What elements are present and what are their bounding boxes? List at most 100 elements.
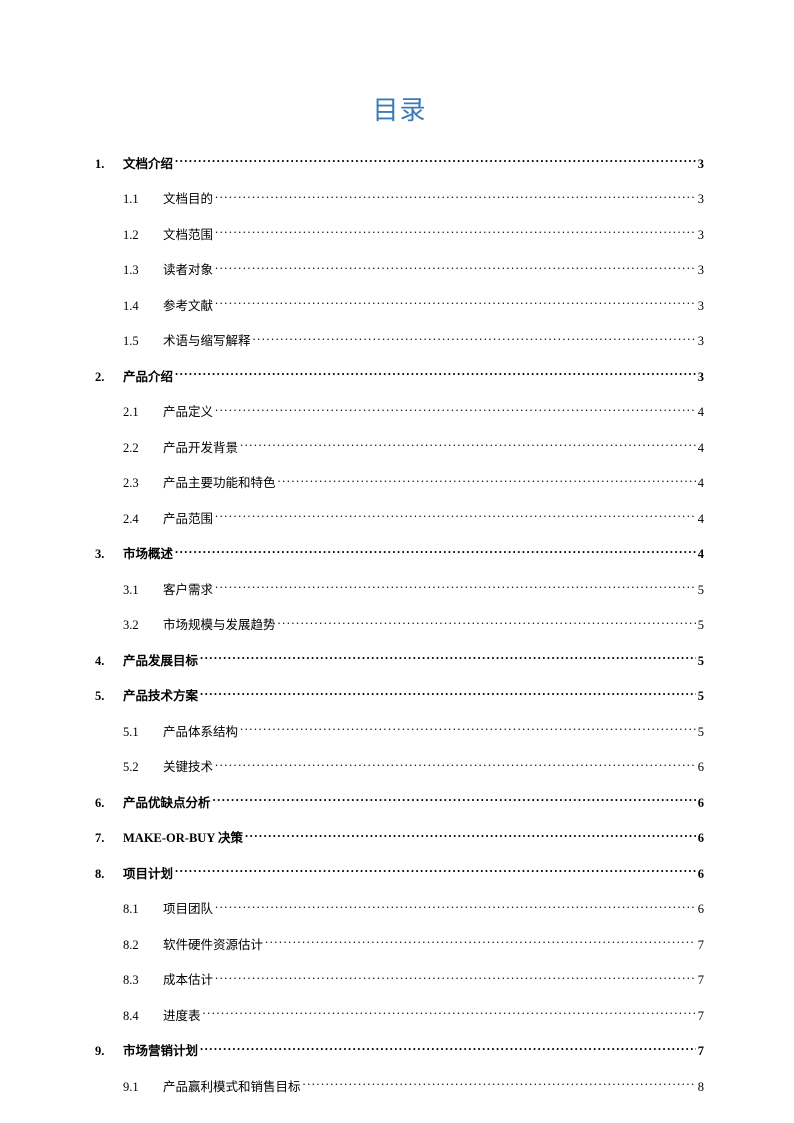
toc-entry-page: 3 [698, 262, 704, 280]
toc-entry-page: 3 [698, 156, 704, 174]
toc-entry: 9.市场营销计划7 [95, 1043, 704, 1061]
toc-entry: 3.2市场规模与发展趋势 5 [95, 617, 704, 635]
toc-entry-leader [240, 723, 696, 736]
toc-entry-label: 产品优缺点分析 [123, 795, 211, 813]
toc-entry-number: 5. [95, 688, 123, 706]
toc-entry-label: MAKE-OR-BUY 决策 [123, 830, 243, 848]
toc-entry-page: 6 [698, 795, 704, 813]
toc-entry-label: 读者对象 [163, 262, 213, 280]
toc-entry-number: 1.4 [123, 298, 163, 316]
toc-entry-label: 产品体系结构 [163, 724, 238, 742]
toc-entry-number: 3. [95, 546, 123, 564]
toc-entry-page: 3 [698, 333, 704, 351]
toc-entry: 2.2产品开发背景 4 [95, 439, 704, 457]
toc-entry-leader [215, 581, 696, 594]
toc-entry-label: 文档介绍 [123, 156, 173, 174]
toc-entry-number: 2. [95, 369, 123, 387]
toc-entry: 4.产品发展目标5 [95, 652, 704, 670]
toc-entry-leader [265, 936, 696, 949]
toc-entry-label: 产品开发背景 [163, 440, 238, 458]
toc-entry-page: 4 [698, 404, 704, 422]
toc-entry: 8.项目计划6 [95, 865, 704, 883]
toc-entry-label: 文档范围 [163, 227, 213, 245]
toc-entry-leader [175, 865, 696, 878]
toc-entry-leader [175, 546, 696, 559]
toc-entry: 9.1产品赢利模式和销售目标 8 [95, 1078, 704, 1096]
toc-entry-label: 产品范围 [163, 511, 213, 529]
toc-entry-label: 客户需求 [163, 582, 213, 600]
toc-entry-number: 3.1 [123, 582, 163, 600]
toc-entry-label: 产品介绍 [123, 369, 173, 387]
toc-entry-page: 4 [698, 475, 704, 493]
toc-entry: 1.1文档目的3 [95, 191, 704, 209]
toc-entry-page: 6 [698, 901, 704, 919]
toc-entry-page: 5 [698, 688, 704, 706]
toc-entry-label: 参考文献 [163, 298, 213, 316]
toc-entry: 8.4进度表7 [95, 1007, 704, 1025]
toc-entry-page: 8 [698, 1079, 704, 1097]
toc-entry-leader [215, 972, 696, 985]
toc-entry-label: 产品发展目标 [123, 653, 198, 671]
toc-entry-leader [303, 1078, 696, 1091]
toc-entry-number: 9.1 [123, 1079, 163, 1097]
toc-entry-label: 产品主要功能和特色 [163, 475, 276, 493]
toc-entry-page: 7 [698, 937, 704, 955]
toc-entry-number: 5.1 [123, 724, 163, 742]
toc-entry-page: 3 [698, 298, 704, 316]
toc-entry: 1.3读者对象3 [95, 262, 704, 280]
toc-entry-leader [253, 333, 696, 346]
toc-entry-page: 3 [698, 227, 704, 245]
toc-entry-number: 8.1 [123, 901, 163, 919]
toc-entry: 1.4参考文献 3 [95, 297, 704, 315]
toc-entry-page: 6 [698, 759, 704, 777]
toc-entry: 2.3产品主要功能和特色4 [95, 475, 704, 493]
toc-entry-label: 产品赢利模式和销售目标 [163, 1079, 301, 1097]
toc-entry-number: 4. [95, 653, 123, 671]
toc-entry-leader [215, 510, 696, 523]
toc-entry-leader [240, 439, 696, 452]
toc-entry-number: 7. [95, 830, 123, 848]
toc-entry-number: 1.5 [123, 333, 163, 351]
toc-entry-page: 4 [698, 511, 704, 529]
toc-entry-page: 3 [698, 369, 704, 387]
toc-entry-number: 6. [95, 795, 123, 813]
toc-entry-label: 进度表 [163, 1008, 201, 1026]
toc-entry-label: 项目团队 [163, 901, 213, 919]
toc-entry-number: 8.3 [123, 972, 163, 990]
toc-entry-label: 术语与缩写解释 [163, 333, 251, 351]
toc-entry: 3.1客户需求5 [95, 581, 704, 599]
toc-entry-page: 4 [698, 440, 704, 458]
toc-entry: 1.2文档范围3 [95, 226, 704, 244]
toc-entry-leader [200, 688, 696, 701]
toc-entry: 8.1项目团队 6 [95, 901, 704, 919]
toc-entry: 6.产品优缺点分析 6 [95, 794, 704, 812]
toc-entry: 5.2关键技术6 [95, 759, 704, 777]
toc-entry-page: 4 [698, 546, 704, 564]
toc-entry: 8.2软件硬件资源估计7 [95, 936, 704, 954]
toc-entry-leader [203, 1007, 696, 1020]
toc-entry: 2.产品介绍 3 [95, 368, 704, 386]
toc-entry-leader [215, 404, 696, 417]
toc-entry-leader [215, 759, 696, 772]
toc-entry-number: 8.2 [123, 937, 163, 955]
toc-entry: 5.产品技术方案5 [95, 688, 704, 706]
toc-title: 目录 [95, 90, 704, 127]
toc-entry-label: 关键技术 [163, 759, 213, 777]
toc-entry-page: 5 [698, 617, 704, 635]
toc-entry: 1.5术语与缩写解释 3 [95, 333, 704, 351]
toc-entry-number: 3.2 [123, 617, 163, 635]
toc-entry-page: 6 [698, 866, 704, 884]
toc-entry-number: 2.2 [123, 440, 163, 458]
toc-entry-label: 市场规模与发展趋势 [163, 617, 276, 635]
toc-entry-label: 文档目的 [163, 191, 213, 209]
toc-entry-leader [215, 191, 696, 204]
toc-entry-leader [278, 475, 696, 488]
toc-entry-page: 7 [698, 1043, 704, 1061]
toc-entry-number: 8.4 [123, 1008, 163, 1026]
toc-entry-leader [278, 617, 696, 630]
toc-entry-page: 6 [698, 830, 704, 848]
toc-entry-leader [175, 368, 696, 381]
toc-entry-label: 项目计划 [123, 866, 173, 884]
toc-list: 1.文档介绍31.1文档目的31.2文档范围31.3读者对象31.4参考文献31… [95, 155, 704, 1096]
toc-entry-leader [213, 794, 696, 807]
